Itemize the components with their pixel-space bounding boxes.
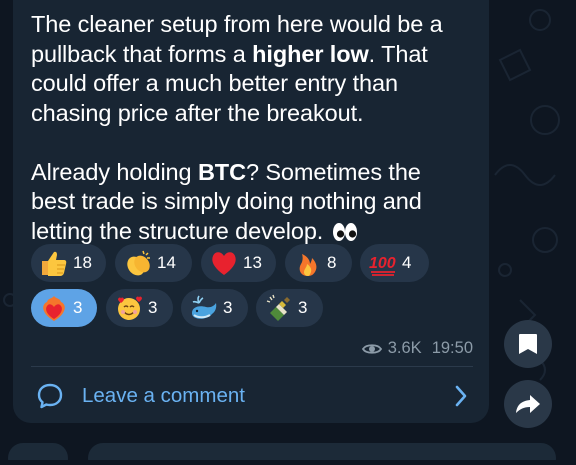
spouting-whale-icon — [192, 295, 217, 319]
heart-on-fire-icon — [43, 296, 65, 321]
svg-text:100: 100 — [369, 255, 396, 272]
reaction-count: 18 — [73, 253, 92, 272]
reaction-count: 3 — [148, 298, 158, 317]
comment-bubble-icon — [37, 383, 63, 409]
reaction-count: 3 — [298, 298, 308, 317]
reaction-count: 4 — [402, 253, 412, 272]
reaction-clapping-hands[interactable]: 14 — [115, 244, 192, 282]
share-arrow-icon — [516, 395, 540, 413]
views-count: 3.6K — [387, 339, 422, 357]
fire-icon — [299, 254, 317, 276]
reaction-champagne-bottle[interactable]: 3 — [256, 289, 323, 327]
reaction-spouting-whale[interactable]: 3 — [181, 289, 248, 327]
eye-views-icon — [361, 343, 382, 354]
reaction-heart-on-fire[interactable]: 3 — [31, 289, 97, 327]
message-time: 19:50 — [431, 339, 473, 357]
bottom-input-bar — [0, 440, 576, 465]
bookmark-button[interactable] — [504, 320, 552, 368]
reaction-count: 3 — [73, 298, 83, 317]
champagne-bottle-icon — [266, 294, 290, 321]
clapping-hands-icon — [127, 250, 150, 276]
smiling-face-with-hearts-icon — [118, 296, 142, 320]
reaction-count: 3 — [223, 298, 233, 317]
message-paragraph-1: The cleaner setup from here would be a p… — [31, 11, 443, 126]
divider — [31, 366, 473, 367]
share-button[interactable] — [504, 380, 552, 428]
message-text: The cleaner setup from here would be a p… — [31, 10, 471, 249]
red-heart-icon — [212, 252, 236, 275]
reaction-smiling-face-with-hearts[interactable]: 3 — [106, 289, 173, 327]
leave-comment-button[interactable]: Leave a comment — [31, 372, 479, 420]
reaction-count: 13 — [243, 253, 262, 272]
reaction-thumbs-up[interactable]: 18 — [31, 244, 106, 282]
reaction-fire[interactable]: 8 — [285, 244, 352, 282]
hundred-points-icon: 100 — [369, 255, 396, 276]
reaction-count: 8 — [327, 253, 337, 272]
bookmark-icon — [519, 334, 537, 354]
leave-comment-label: Leave a comment — [82, 384, 245, 407]
chevron-right-icon — [455, 385, 467, 407]
message-meta: 3.6K 19:50 — [361, 339, 473, 358]
reaction-count: 14 — [157, 253, 176, 272]
reaction-red-heart[interactable]: 13 — [201, 244, 276, 282]
reaction-hundred-points[interactable]: 100 4 — [360, 244, 429, 282]
thumbs-up-icon — [42, 251, 67, 276]
message-paragraph-2: Already holding BTC? Sometimes the best … — [31, 158, 471, 250]
